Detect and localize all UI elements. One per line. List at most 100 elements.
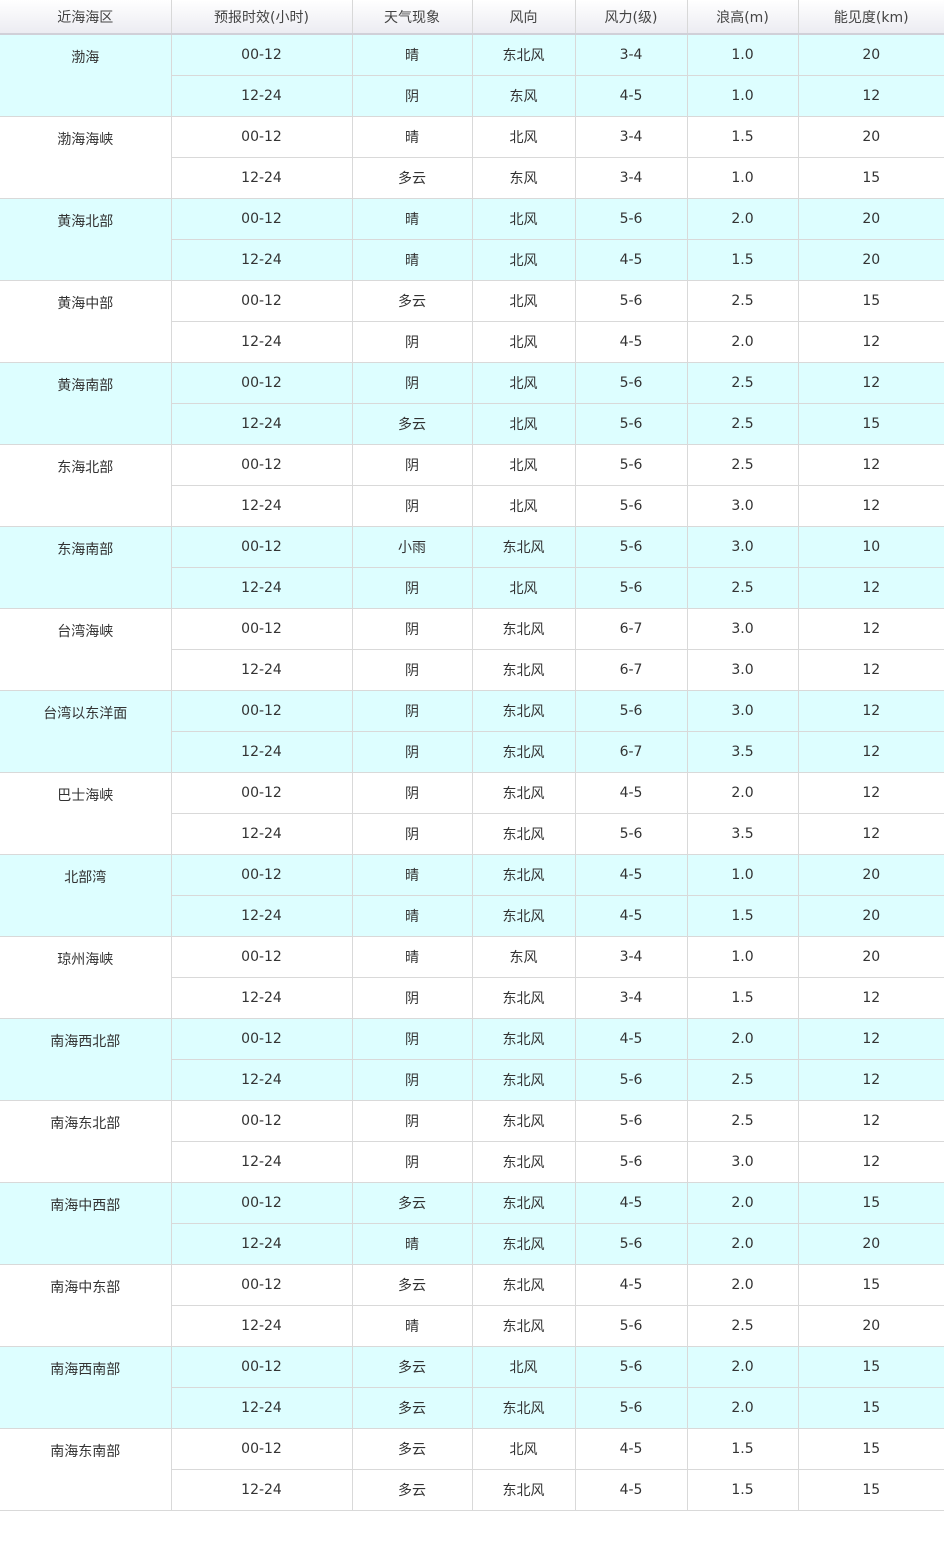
weather-cell: 晴 xyxy=(352,116,473,158)
visibility-cell: 12 xyxy=(798,485,944,527)
sea-area-cell: 黄海中部 xyxy=(0,280,172,363)
wind-direction-cell: 东北风 xyxy=(472,1182,576,1224)
header-wave-height: 浪高(m) xyxy=(687,0,799,35)
wave-height-cell: 2.0 xyxy=(687,198,799,240)
table-row: 巴士海峡 00-12 阴东北风 4-5 2.0 12 xyxy=(0,772,944,855)
forecast-period-cell: 12-24 xyxy=(171,977,353,1019)
forecast-period-cell: 00-12 xyxy=(171,444,353,486)
wind-force-cell: 4-5 xyxy=(575,239,688,281)
weather-cell: 多云 xyxy=(352,1469,473,1511)
wind-force-cell: 3-4 xyxy=(575,116,688,158)
table-row: 南海中东部 00-12 多云 东北风 4-5 2.0 15 xyxy=(0,1264,944,1347)
table-header-row: 近海海区 预报时效(小时) 天气现象 风向 风力(级) 浪高(m) 能见度(km… xyxy=(0,0,944,35)
sea-area-cell: 南海西北部 xyxy=(0,1018,172,1101)
header-wind-force: 风力(级) xyxy=(575,0,688,35)
wave-height-cell: 3.5 xyxy=(687,813,799,855)
wind-direction-cell: 东北风 xyxy=(472,1059,576,1101)
table-row: 南海中西部 00-12 多云 东北风 4-5 2.0 15 xyxy=(0,1182,944,1265)
wind-force-cell: 3-4 xyxy=(575,936,688,978)
weather-cell: 晴 xyxy=(352,895,473,937)
forecast-period-cell: 00-12 xyxy=(171,526,353,568)
weather-cell: 阴 xyxy=(352,772,473,814)
wind-force-cell: 3-4 xyxy=(575,977,688,1019)
forecast-period-cell: 00-12 xyxy=(171,1182,353,1224)
wind-direction-cell: 北风 xyxy=(472,239,576,281)
wind-force-cell: 5-6 xyxy=(575,362,688,404)
wind-force-cell: 5-6 xyxy=(575,567,688,609)
weather-cell: 阴 xyxy=(352,608,473,650)
visibility-cell: 20 xyxy=(798,34,944,76)
wave-height-cell: 2.5 xyxy=(687,444,799,486)
wind-direction-cell: 东北风 xyxy=(472,1264,576,1306)
forecast-period-cell: 00-12 xyxy=(171,608,353,650)
wave-height-cell: 1.0 xyxy=(687,854,799,896)
sea-area-cell: 南海东南部 xyxy=(0,1428,172,1511)
weather-cell: 阴 xyxy=(352,977,473,1019)
wave-height-cell: 2.0 xyxy=(687,1223,799,1265)
sea-area-cell: 台湾以东洋面 xyxy=(0,690,172,773)
wind-force-cell: 5-6 xyxy=(575,1059,688,1101)
visibility-cell: 10 xyxy=(798,526,944,568)
wave-height-cell: 2.5 xyxy=(687,567,799,609)
wind-force-cell: 4-5 xyxy=(575,895,688,937)
table-row: 南海东北部 00-12 阴东北风 5-6 2.5 12 xyxy=(0,1100,944,1183)
forecast-period-cell: 00-12 xyxy=(171,362,353,404)
weather-cell: 晴 xyxy=(352,34,473,76)
visibility-cell: 20 xyxy=(798,895,944,937)
wave-height-cell: 1.5 xyxy=(687,239,799,281)
wind-force-cell: 4-5 xyxy=(575,1182,688,1224)
wind-direction-cell: 北风 xyxy=(472,567,576,609)
wind-force-cell: 5-6 xyxy=(575,198,688,240)
weather-cell: 阴 xyxy=(352,1141,473,1183)
weather-cell: 阴 xyxy=(352,731,473,773)
wind-direction-cell: 东北风 xyxy=(472,1223,576,1265)
wave-height-cell: 1.0 xyxy=(687,157,799,199)
table-row: 台湾以东洋面 00-12 阴东北风 5-6 3.0 12 xyxy=(0,690,944,773)
visibility-cell: 12 xyxy=(798,649,944,691)
forecast-period-cell: 12-24 xyxy=(171,1305,353,1347)
wind-direction-cell: 东北风 xyxy=(472,1469,576,1511)
visibility-cell: 20 xyxy=(798,854,944,896)
wind-force-cell: 5-6 xyxy=(575,690,688,732)
table-row: 北部湾 00-12 晴东北风 4-5 1.0 20 xyxy=(0,854,944,937)
weather-cell: 小雨 xyxy=(352,526,473,568)
wind-direction-cell: 北风 xyxy=(472,1346,576,1388)
weather-cell: 晴 xyxy=(352,239,473,281)
wave-height-cell: 2.0 xyxy=(687,772,799,814)
sea-area-cell: 渤海海峡 xyxy=(0,116,172,199)
wave-height-cell: 3.0 xyxy=(687,608,799,650)
header-area: 近海海区 xyxy=(0,0,172,35)
weather-cell: 阴 xyxy=(352,321,473,363)
wind-direction-cell: 东北风 xyxy=(472,526,576,568)
forecast-period-cell: 12-24 xyxy=(171,403,353,445)
wind-force-cell: 4-5 xyxy=(575,854,688,896)
wind-direction-cell: 东北风 xyxy=(472,1387,576,1429)
wind-direction-cell: 东风 xyxy=(472,75,576,117)
wind-direction-cell: 北风 xyxy=(472,485,576,527)
weather-cell: 多云 xyxy=(352,280,473,322)
forecast-period-cell: 00-12 xyxy=(171,1018,353,1060)
weather-cell: 阴 xyxy=(352,362,473,404)
weather-cell: 多云 xyxy=(352,157,473,199)
wave-height-cell: 3.0 xyxy=(687,1141,799,1183)
wind-force-cell: 5-6 xyxy=(575,1305,688,1347)
visibility-cell: 12 xyxy=(798,690,944,732)
forecast-period-cell: 00-12 xyxy=(171,936,353,978)
wave-height-cell: 2.5 xyxy=(687,1059,799,1101)
table-row: 渤海海峡 00-12 晴北风 3-4 1.5 20 xyxy=(0,116,944,199)
forecast-period-cell: 12-24 xyxy=(171,731,353,773)
weather-cell: 晴 xyxy=(352,1223,473,1265)
forecast-period-cell: 00-12 xyxy=(171,1428,353,1470)
forecast-period-cell: 12-24 xyxy=(171,1387,353,1429)
forecast-period-cell: 12-24 xyxy=(171,239,353,281)
wind-direction-cell: 北风 xyxy=(472,116,576,158)
wind-direction-cell: 东北风 xyxy=(472,854,576,896)
sea-area-cell: 南海东北部 xyxy=(0,1100,172,1183)
wind-direction-cell: 北风 xyxy=(472,1428,576,1470)
wind-direction-cell: 北风 xyxy=(472,444,576,486)
wave-height-cell: 2.5 xyxy=(687,280,799,322)
wind-direction-cell: 东北风 xyxy=(472,690,576,732)
wave-height-cell: 2.5 xyxy=(687,403,799,445)
forecast-period-cell: 12-24 xyxy=(171,75,353,117)
weather-cell: 多云 xyxy=(352,1428,473,1470)
